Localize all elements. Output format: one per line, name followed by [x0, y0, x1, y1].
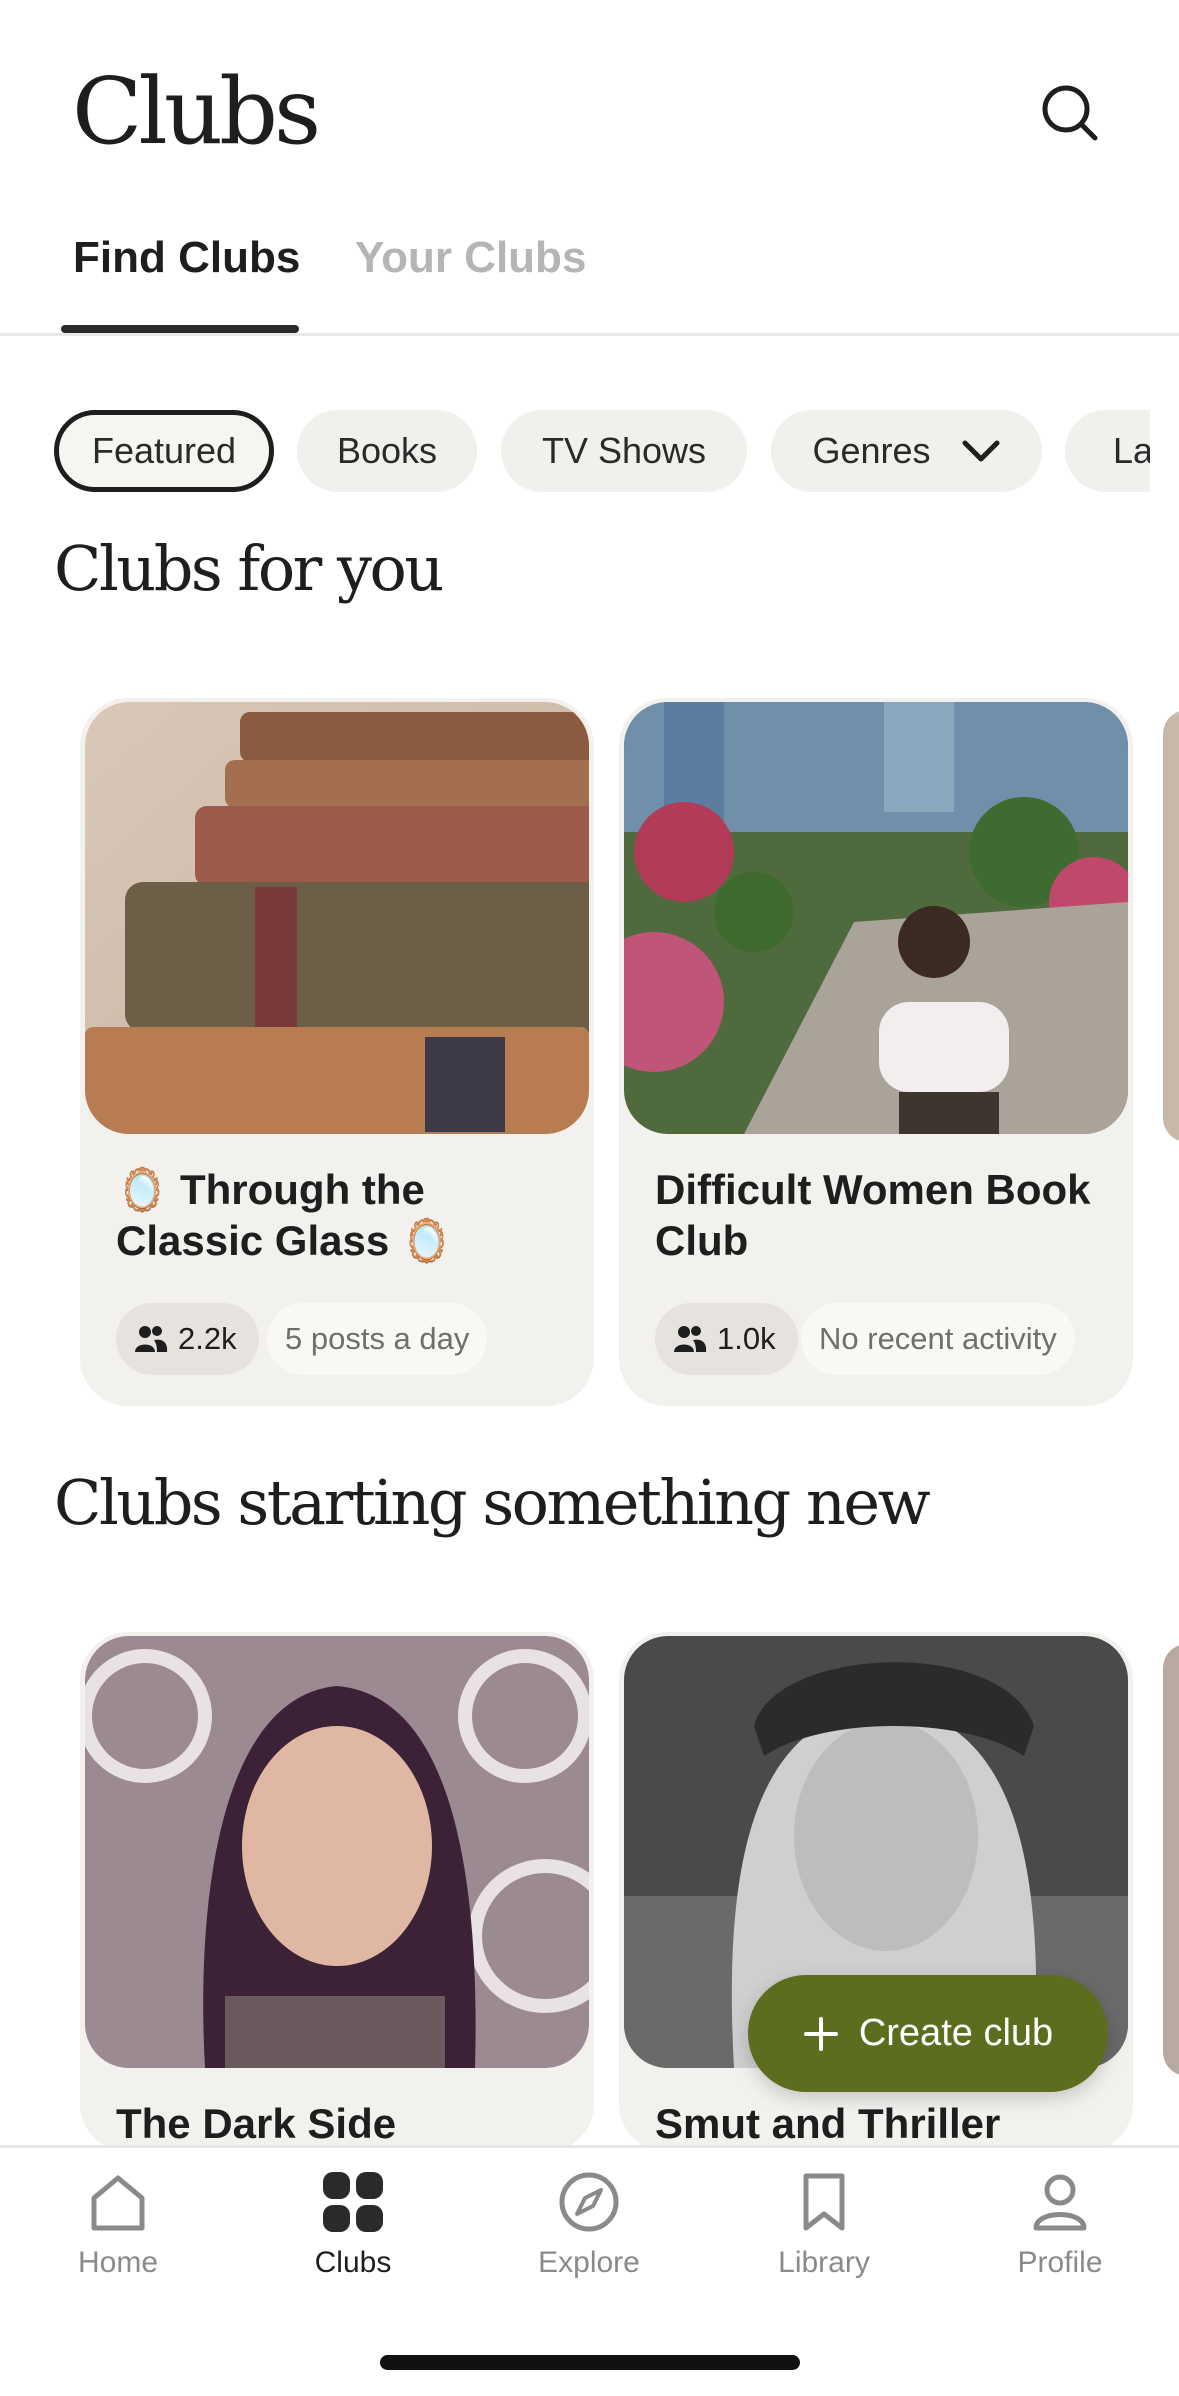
home-icon: [91, 2175, 145, 2231]
member-count-badge: 1.0k: [655, 1303, 798, 1375]
club-name: 🪞 Through the Classic Glass 🪞: [116, 1166, 454, 1264]
filter-chip-label: Featured: [91, 430, 237, 471]
nav-label: Explore: [538, 2246, 640, 2279]
member-count: 1.0k: [717, 1321, 776, 1356]
club-cover-image: [85, 702, 589, 1134]
next-card-peek: [1163, 1644, 1179, 2076]
active-tab-indicator: [61, 325, 299, 333]
plus-icon: [803, 2016, 838, 2051]
club-card[interactable]: 🪞 Through the Classic Glass 🪞 2.2k 5 pos…: [80, 698, 594, 1406]
club-cover-image: [624, 702, 1128, 1134]
club-name: Smut and Thriller: [655, 2100, 1001, 2147]
nav-library[interactable]: Library: [724, 2170, 924, 2320]
member-count-badge: 2.2k: [116, 1303, 259, 1375]
bookmark-icon: [803, 2173, 845, 2231]
nav-clubs[interactable]: Clubs: [253, 2170, 453, 2320]
header: Clubs Find Clubs Your Clubs: [0, 0, 1179, 338]
club-card[interactable]: The Dark Side: [80, 1632, 594, 2152]
filter-chip-label: Genres: [812, 430, 931, 471]
tab-find-clubs[interactable]: Find Clubs: [73, 233, 300, 283]
filter-chips: Featured Books TV Shows Genres La: [0, 408, 1150, 494]
filter-chip-genres[interactable]: Genres: [771, 410, 1042, 492]
chevron-down-icon: [962, 440, 1000, 462]
next-card-peek: [1163, 710, 1179, 1142]
member-count: 2.2k: [178, 1321, 237, 1356]
tab-your-clubs[interactable]: Your Clubs: [355, 233, 586, 283]
filter-chip-label: Books: [336, 430, 438, 471]
home-indicator: [380, 2355, 800, 2370]
filter-chip-books[interactable]: Books: [297, 410, 477, 492]
nav-label: Library: [778, 2246, 870, 2279]
club-cover-image: [85, 1636, 589, 2068]
club-name: Difficult Women Book Club: [655, 1166, 1091, 1264]
members-icon: [135, 1326, 168, 1352]
nav-home[interactable]: Home: [18, 2170, 218, 2320]
club-name: The Dark Side: [116, 2100, 397, 2147]
club-card[interactable]: Difficult Women Book Club 1.0k No recent…: [619, 698, 1133, 1406]
person-icon: [1033, 2174, 1087, 2231]
search-icon: [1042, 85, 1098, 141]
clubs-grid-icon: [323, 2172, 383, 2232]
compass-icon: [559, 2172, 619, 2232]
nav-profile[interactable]: Profile: [960, 2170, 1160, 2320]
create-club-label: Create club: [858, 2012, 1054, 2054]
search-button[interactable]: [1035, 78, 1105, 148]
nav-explore[interactable]: Explore: [489, 2170, 689, 2320]
filter-chip-tv-shows[interactable]: TV Shows: [501, 410, 747, 492]
filter-chip-label: La: [1113, 430, 1150, 471]
nav-label: Home: [77, 2246, 159, 2279]
page-title: Clubs: [72, 58, 321, 165]
nav-label: Profile: [1017, 2246, 1103, 2279]
section-title-clubs-for-you: Clubs for you: [54, 532, 444, 605]
create-club-button[interactable]: Create club: [748, 1975, 1108, 2092]
section-title-starting-new: Clubs starting something new: [54, 1466, 931, 1539]
activity-badge: No recent activity: [801, 1303, 1075, 1375]
nav-label: Clubs: [314, 2246, 392, 2279]
activity-badge: 5 posts a day: [267, 1303, 488, 1375]
tab-bar: Find Clubs Your Clubs: [0, 215, 1179, 336]
members-icon: [674, 1326, 707, 1352]
filter-chip-label: TV Shows: [541, 430, 707, 471]
filter-chip-featured[interactable]: Featured: [54, 410, 274, 492]
filter-chip-la[interactable]: La: [1065, 410, 1150, 492]
